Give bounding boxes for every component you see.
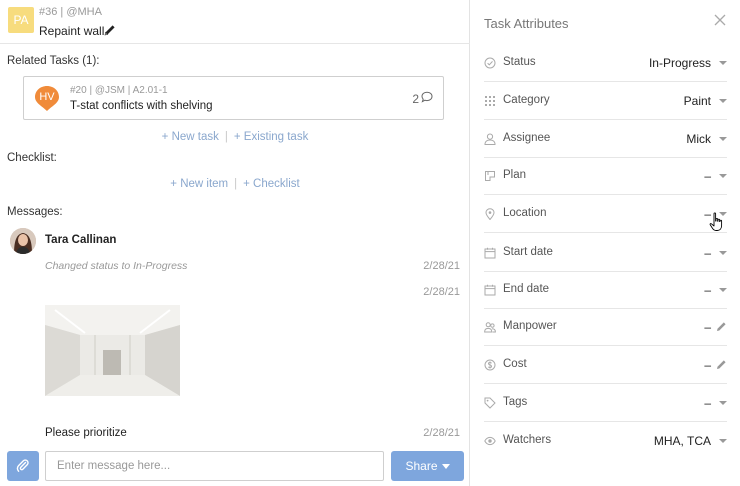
attribute-label: Start date — [503, 246, 553, 258]
comment-count: 2 — [412, 92, 419, 106]
existing-task-link[interactable]: + Existing task — [234, 131, 308, 143]
pencil-icon[interactable] — [716, 359, 727, 370]
message-status-change: Changed status to In-Progress — [45, 260, 188, 272]
related-task-card[interactable]: HV #20 | @JSM | A2.01-1 T-stat conflicts… — [23, 76, 444, 120]
attribute-row-plan[interactable]: Plan – — [484, 157, 727, 195]
caret-down-icon[interactable] — [719, 99, 727, 103]
message-date: 2/28/21 — [423, 427, 460, 439]
attribute-label: End date — [503, 283, 550, 295]
attribute-label: Tags — [503, 396, 528, 408]
attach-button[interactable] — [7, 451, 39, 481]
attachment-image[interactable] — [45, 305, 180, 396]
attribute-value[interactable]: Mick — [686, 132, 711, 146]
attribute-row-end-date[interactable]: End date – — [484, 271, 727, 309]
grid-icon — [485, 96, 495, 106]
tag-icon — [484, 397, 496, 409]
attribute-row-location[interactable]: Location – — [484, 195, 727, 233]
new-task-link[interactable]: + New task — [162, 131, 219, 143]
person-icon — [484, 133, 496, 145]
attribute-row-assignee[interactable]: Assignee Mick — [484, 120, 727, 158]
attribute-row-status[interactable]: Status In-Progress — [484, 44, 727, 82]
add-checklist-link[interactable]: + Checklist — [243, 178, 300, 190]
related-task-actions: + New task | + Existing task — [0, 131, 470, 143]
related-task-meta: #20 | @JSM | A2.01-1 — [70, 85, 168, 96]
attribute-label: Category — [503, 94, 550, 106]
attribute-label: Location — [503, 207, 547, 219]
caret-down-icon[interactable] — [719, 401, 727, 405]
attribute-row-category[interactable]: Category Paint — [484, 82, 727, 120]
attribute-row-watchers[interactable]: Watchers MHA, TCA — [484, 422, 727, 460]
calendar-icon — [484, 284, 496, 296]
task-header: PA #36 | @MHA Repaint wall — [0, 0, 470, 44]
pencil-icon[interactable] — [104, 24, 116, 36]
attribute-value[interactable]: – — [704, 358, 711, 372]
attribute-row-start-date[interactable]: Start date – — [484, 234, 727, 272]
related-tasks-label: Related Tasks (1): — [7, 55, 100, 67]
close-icon[interactable] — [714, 14, 726, 26]
task-title[interactable]: Repaint wall — [39, 24, 104, 38]
attribute-value[interactable]: MHA, TCA — [654, 434, 711, 448]
link-separator: | — [224, 131, 228, 143]
checklist-label: Checklist: — [7, 152, 57, 164]
caret-down-icon[interactable] — [719, 439, 727, 443]
calendar-icon — [484, 247, 496, 259]
share-button[interactable]: Share — [391, 451, 464, 481]
location-pin-icon — [485, 208, 495, 220]
related-task-initials: HV — [39, 91, 55, 103]
checklist-actions: + New item | + Checklist — [0, 178, 470, 190]
hand-cursor-icon — [709, 212, 723, 231]
user-photo-icon — [10, 228, 36, 254]
messages-label: Messages: — [7, 206, 63, 218]
caret-down-icon[interactable] — [719, 137, 727, 141]
attribute-value[interactable]: – — [704, 169, 711, 183]
attribute-value[interactable]: – — [704, 246, 711, 260]
task-attributes-panel: Task Attributes Status In-Progress Categor… — [471, 0, 740, 486]
message-input[interactable] — [45, 451, 384, 481]
attribute-value[interactable]: – — [704, 396, 711, 410]
avatar — [10, 228, 36, 254]
new-item-link[interactable]: + New item — [170, 178, 228, 190]
caret-down-icon[interactable] — [719, 288, 727, 292]
panel-title: Task Attributes — [484, 16, 569, 31]
attribute-value[interactable]: Paint — [684, 94, 711, 108]
dollar-circle-icon — [484, 359, 496, 371]
task-meta: #36 | @MHA — [39, 6, 102, 18]
comment-icon — [421, 91, 433, 103]
attribute-value[interactable]: – — [704, 320, 711, 334]
message-date: 2/28/21 — [423, 260, 460, 272]
pencil-icon[interactable] — [716, 321, 727, 332]
attribute-label: Plan — [503, 169, 527, 181]
caret-down-icon[interactable] — [719, 251, 727, 255]
caret-down-icon[interactable] — [719, 174, 727, 178]
share-label: Share — [405, 459, 438, 473]
attribute-label: Watchers — [503, 434, 552, 446]
attribute-label: Manpower — [503, 320, 557, 332]
attribute-label: Assignee — [503, 132, 551, 144]
message-text: Please prioritize — [45, 427, 127, 439]
attribute-label: Cost — [503, 358, 527, 370]
task-detail-pane: PA #36 | @MHA Repaint wall Related Tasks… — [0, 0, 470, 486]
link-separator: | — [234, 178, 238, 190]
caret-down-icon[interactable] — [719, 61, 727, 65]
attribute-label: Status — [503, 56, 536, 68]
message-author: Tara Callinan — [45, 234, 117, 246]
attribute-row-cost[interactable]: Cost – — [484, 346, 727, 384]
plan-icon — [485, 171, 495, 181]
people-icon — [484, 322, 496, 333]
attribute-value[interactable]: – — [704, 283, 711, 297]
attribute-row-manpower[interactable]: Manpower – — [484, 308, 727, 346]
message-date: 2/28/21 — [423, 286, 460, 298]
attribute-row-tags[interactable]: Tags – — [484, 384, 727, 422]
task-avatar: PA — [8, 7, 34, 33]
attribute-value[interactable]: In-Progress — [649, 56, 711, 70]
paperclip-icon — [16, 459, 29, 472]
eye-icon — [484, 436, 496, 446]
caret-down-icon — [441, 464, 450, 470]
related-task-title: T-stat conflicts with shelving — [70, 100, 213, 112]
status-circle-icon — [484, 57, 496, 69]
